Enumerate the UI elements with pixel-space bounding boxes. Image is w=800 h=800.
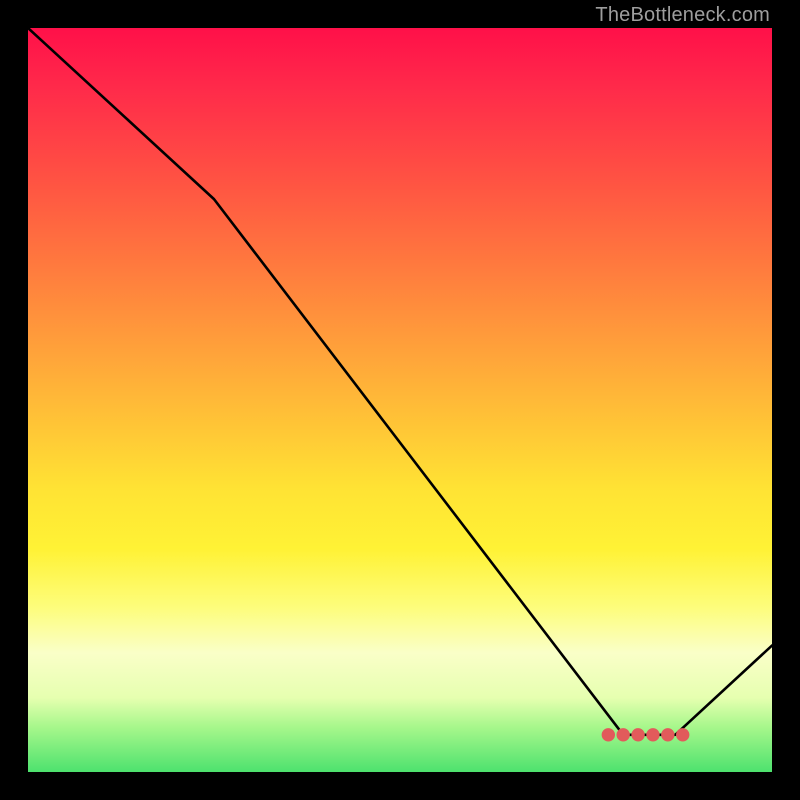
series-curve bbox=[28, 28, 772, 735]
plot-area bbox=[28, 28, 772, 772]
marker-dot bbox=[646, 728, 659, 741]
marker-dot bbox=[617, 728, 630, 741]
chart-svg bbox=[28, 28, 772, 772]
chart-frame: TheBottleneck.com bbox=[0, 0, 800, 800]
marker-dot bbox=[602, 728, 615, 741]
marker-dot bbox=[676, 728, 689, 741]
watermark-text: TheBottleneck.com bbox=[595, 4, 770, 27]
marker-dot bbox=[661, 728, 674, 741]
marker-dot bbox=[631, 728, 644, 741]
